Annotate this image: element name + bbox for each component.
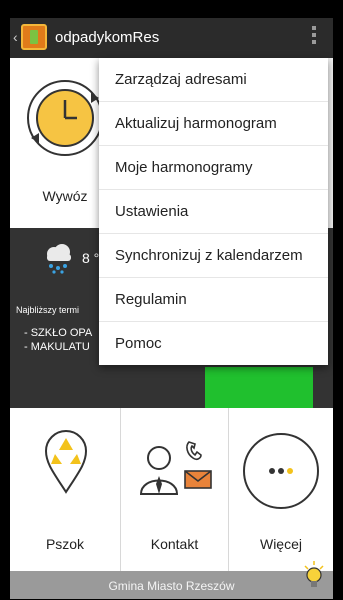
app-bar: ‹ odpadykomRes [10, 18, 333, 58]
overflow-menu: Zarządzaj adresami Aktualizuj harmonogra… [99, 58, 328, 365]
menu-item-moje-harmonogramy[interactable]: Moje harmonogramy [99, 146, 328, 190]
app-logo-icon[interactable] [21, 24, 47, 50]
recycle-location-icon [43, 428, 89, 499]
kontakt-label: Kontakt [150, 536, 199, 552]
wiecej-tile[interactable]: Więcej [229, 408, 333, 571]
status-green-block [205, 367, 313, 413]
schedule-item: - SZKŁO OPA [24, 327, 93, 339]
weather-cloud-icon [42, 242, 76, 279]
pszok-tile[interactable]: Pszok [10, 408, 121, 571]
pszok-label: Pszok [45, 536, 85, 552]
menu-item-synchronizuj[interactable]: Synchronizuj z kalendarzem [99, 234, 328, 278]
kontakt-tile[interactable]: Kontakt [121, 408, 229, 571]
temperature: 8 ° [82, 250, 100, 266]
person-contact-icon [137, 438, 217, 503]
next-date-label: Najbliższy termi [16, 305, 80, 315]
menu-item-zarzadzaj-adresami[interactable]: Zarządzaj adresami [99, 58, 328, 102]
menu-item-pomoc[interactable]: Pomoc [99, 322, 328, 365]
wiecej-label: Więcej [259, 536, 302, 552]
overflow-menu-icon[interactable] [312, 26, 316, 47]
footer-bar: Gmina Miasto Rzeszów [10, 561, 333, 599]
back-icon[interactable]: ‹ [13, 29, 18, 45]
menu-item-regulamin[interactable]: Regulamin [99, 278, 328, 322]
app-title: odpadykomRes [55, 29, 160, 46]
more-dots-icon [241, 431, 321, 516]
menu-item-ustawienia[interactable]: Ustawienia [99, 190, 328, 234]
clock-icon [25, 78, 105, 158]
footer-text: Gmina Miasto Rzeszów [108, 579, 235, 593]
schedule-item: - MAKULATU [24, 341, 90, 353]
phone-screen: ‹ odpadykomRes Wywóz 8 ° Najbliższy term… [10, 18, 333, 599]
lightbulb-icon[interactable] [303, 561, 325, 596]
schedule-list: - SZKŁO OPA - MAKULATU [24, 326, 92, 354]
menu-item-aktualizuj-harmonogram[interactable]: Aktualizuj harmonogram [99, 102, 328, 146]
